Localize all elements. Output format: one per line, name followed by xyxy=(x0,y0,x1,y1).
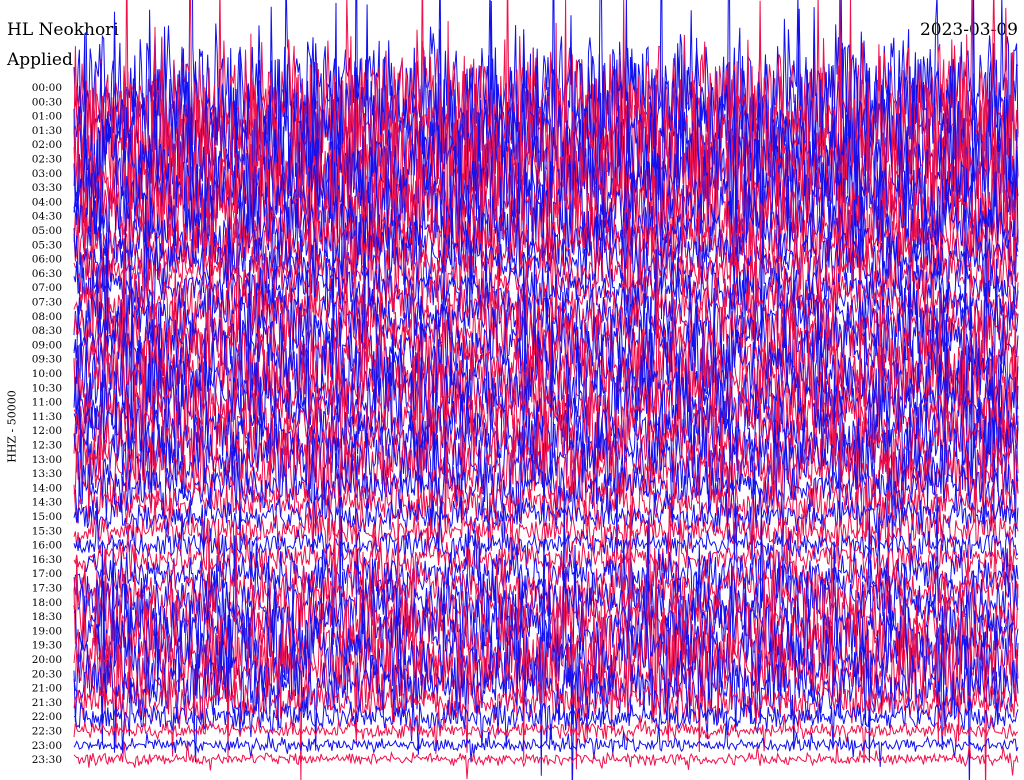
time-tick-0200: 02:00 xyxy=(32,139,62,151)
time-tick-0300: 03:00 xyxy=(32,168,62,180)
time-tick-1730: 17:30 xyxy=(32,583,62,595)
time-tick-2200: 22:00 xyxy=(32,711,62,723)
time-tick-1330: 13:30 xyxy=(32,468,62,480)
time-tick-1130: 11:30 xyxy=(32,411,62,423)
trace-group xyxy=(73,0,1019,780)
time-tick-1900: 19:00 xyxy=(32,625,62,637)
time-tick-2130: 21:30 xyxy=(32,697,62,709)
time-tick-1930: 19:30 xyxy=(32,640,62,652)
time-tick-0400: 04:00 xyxy=(32,196,62,208)
time-tick-1030: 10:30 xyxy=(32,382,62,394)
time-tick-1200: 12:00 xyxy=(32,425,62,437)
time-tick-1000: 10:00 xyxy=(32,368,62,380)
time-tick-0500: 05:00 xyxy=(32,225,62,237)
time-tick-0530: 05:30 xyxy=(32,239,62,251)
time-tick-1100: 11:00 xyxy=(32,397,62,409)
time-tick-1530: 15:30 xyxy=(32,525,62,537)
time-tick-0700: 07:00 xyxy=(32,282,62,294)
time-tick-2300: 23:00 xyxy=(32,740,62,752)
time-tick-2330: 23:30 xyxy=(32,754,62,766)
time-tick-0730: 07:30 xyxy=(32,297,62,309)
time-tick-labels: 00:00 00:30 01:00 01:30 02:00 02:30 03:00 03:30… xyxy=(32,82,62,766)
time-tick-0130: 01:30 xyxy=(32,125,62,137)
trace-row-2330 xyxy=(73,740,1019,780)
time-tick-0800: 08:00 xyxy=(32,311,62,323)
time-tick-0030: 00:30 xyxy=(32,96,62,108)
time-tick-0100: 01:00 xyxy=(32,111,62,123)
time-tick-2100: 21:00 xyxy=(32,683,62,695)
time-tick-2000: 20:00 xyxy=(32,654,62,666)
time-tick-1400: 14:00 xyxy=(32,482,62,494)
time-tick-0830: 08:30 xyxy=(32,325,62,337)
time-tick-0230: 02:30 xyxy=(32,154,62,166)
time-tick-1830: 18:30 xyxy=(32,611,62,623)
helicorder-plot: 00:00 00:30 01:00 01:30 02:00 02:30 03:00 03:30… xyxy=(32,0,1019,780)
time-tick-0330: 03:30 xyxy=(32,182,62,194)
time-tick-1430: 14:30 xyxy=(32,497,62,509)
time-tick-0900: 09:00 xyxy=(32,339,62,351)
time-tick-0000: 00:00 xyxy=(32,82,62,94)
time-tick-1600: 16:00 xyxy=(32,540,62,552)
time-tick-1300: 13:00 xyxy=(32,454,62,466)
time-tick-0600: 06:00 xyxy=(32,254,62,266)
time-tick-1230: 12:30 xyxy=(32,440,62,452)
time-tick-0430: 04:30 xyxy=(32,211,62,223)
time-tick-1700: 17:00 xyxy=(32,568,62,580)
time-tick-1800: 18:00 xyxy=(32,597,62,609)
time-tick-1500: 15:00 xyxy=(32,511,62,523)
time-tick-1630: 16:30 xyxy=(32,554,62,566)
time-tick-0930: 09:30 xyxy=(32,354,62,366)
time-tick-0630: 06:30 xyxy=(32,268,62,280)
time-tick-2230: 22:30 xyxy=(32,726,62,738)
time-tick-2030: 20:30 xyxy=(32,668,62,680)
